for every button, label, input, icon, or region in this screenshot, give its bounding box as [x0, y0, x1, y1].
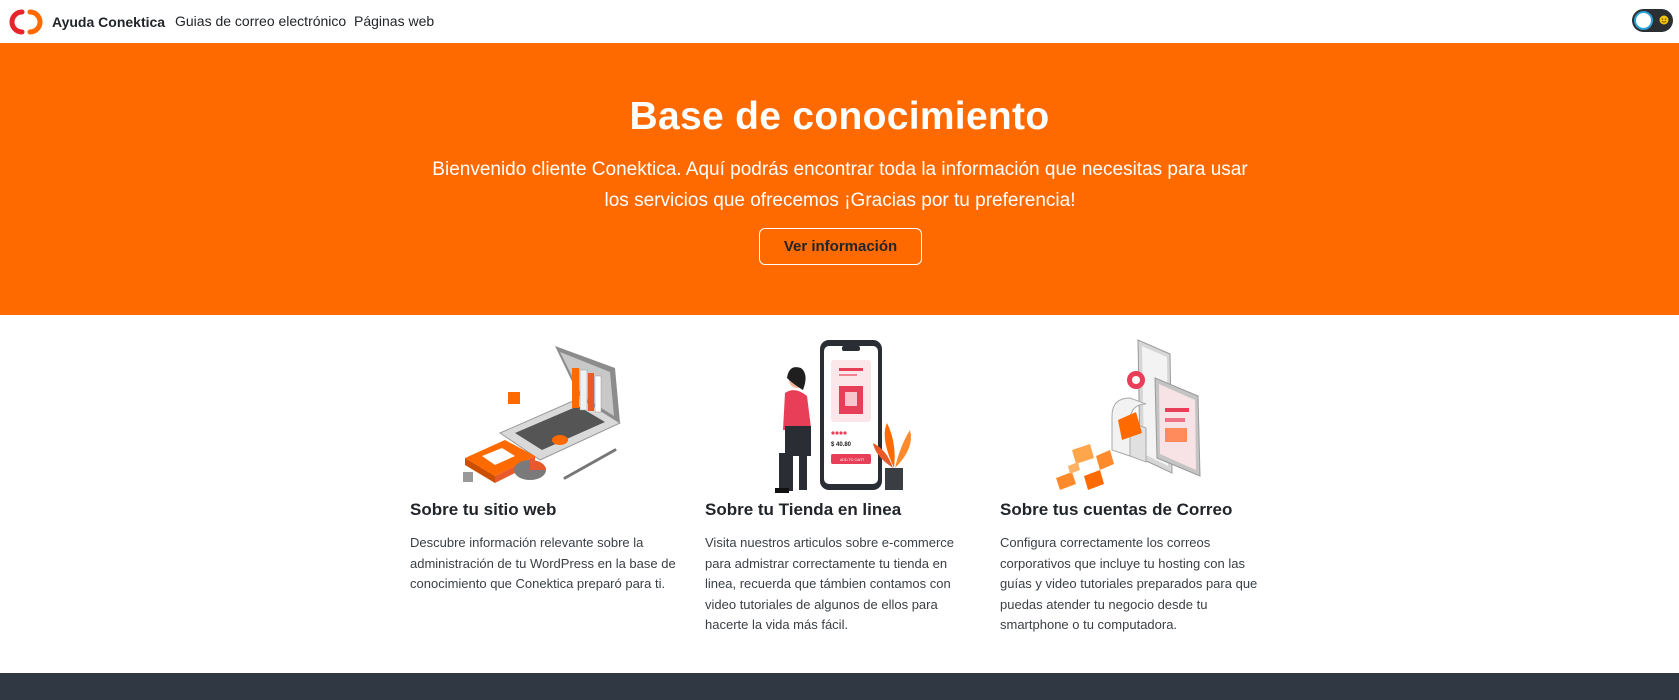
nav-link-email-guides[interactable]: Guias de correo electrónico	[175, 13, 346, 29]
toggle-knob	[1634, 11, 1653, 30]
feature-description: Visita nuestros articulos sobre e-commer…	[705, 535, 955, 632]
hero-title: Base de conocimiento	[629, 95, 1050, 138]
top-navbar: Ayuda Conektica Guias de correo electrón…	[0, 0, 1679, 43]
hero-banner: Base de conocimiento Bienvenido cliente …	[0, 43, 1679, 315]
footer	[0, 673, 1679, 700]
theme-toggle[interactable]	[1632, 9, 1673, 32]
mailbox-envelopes-illustration	[1000, 338, 1270, 496]
add-to-cart-label: ADD TO CART	[840, 458, 865, 462]
laptop-books-illustration	[410, 338, 680, 496]
feature-description: Configura correctamente los correos corp…	[1000, 535, 1258, 632]
product-price: $ 40.80	[831, 442, 852, 448]
phone-shop-illustration: $ 40.80 ADD TO CART	[705, 338, 975, 496]
hero-subtitle: Bienvenido cliente Conektica. Aquí podrá…	[432, 159, 1248, 211]
sun-icon	[1659, 15, 1669, 25]
feature-title: Sobre tu sitio web	[410, 500, 557, 519]
view-info-button[interactable]: Ver información	[759, 228, 922, 265]
feature-description: Descubre información relevante sobre la …	[410, 535, 676, 591]
feature-title: Sobre tu Tienda en linea	[705, 500, 902, 519]
feature-title: Sobre tus cuentas de Correo	[1000, 500, 1233, 519]
conektica-logo-icon	[9, 9, 43, 34]
nav-link-web-pages[interactable]: Páginas web	[354, 13, 434, 29]
brand-link[interactable]: Ayuda Conektica	[6, 7, 165, 37]
brand-name: Ayuda Conektica	[52, 13, 166, 30]
